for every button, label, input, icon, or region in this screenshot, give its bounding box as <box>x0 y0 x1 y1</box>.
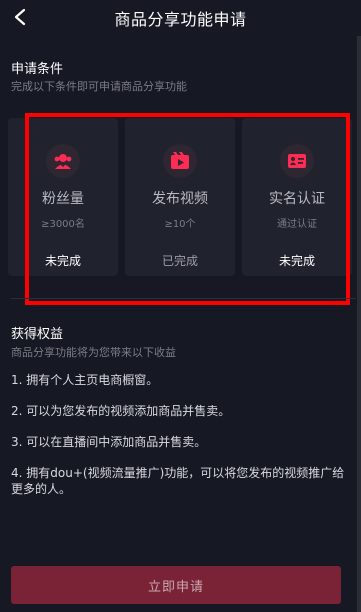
condition-requirement: ≥10个 <box>164 219 196 230</box>
chevron-left-icon <box>14 8 26 26</box>
condition-status: 未完成 <box>44 254 81 268</box>
condition-card-fans[interactable]: 粉丝量 ≥3000名 未完成 <box>8 118 118 276</box>
benefits-title: 获得权益 <box>11 327 64 342</box>
condition-status: 已完成 <box>161 254 198 268</box>
condition-card-video[interactable]: 发布视频 ≥10个 已完成 <box>125 118 235 276</box>
conditions-title: 申请条件 <box>11 62 64 77</box>
id-card-icon <box>280 144 314 178</box>
conditions-subtitle: 完成以下条件即可申请商品分享功能 <box>11 80 187 93</box>
benefit-item: 3. 可以在直播间中添加商品并售卖。 <box>11 435 207 449</box>
condition-name: 实名认证 <box>269 191 325 207</box>
benefits-subtitle: 商品分享功能将为您带来以下收益 <box>11 346 176 359</box>
condition-card-realname[interactable]: 实名认证 通过认证 未完成 <box>242 118 352 276</box>
condition-name: 发布视频 <box>152 191 208 207</box>
benefits-list: 1. 拥有个人主页电商橱窗。 2. 可以为您发布的视频添加商品并售卖。 3. 可… <box>11 372 346 512</box>
condition-status: 未完成 <box>278 254 315 268</box>
page-title: 商品分享功能申请 <box>114 10 247 29</box>
benefit-item: 1. 拥有个人主页电商橱窗。 <box>11 373 159 387</box>
condition-requirement: 通过认证 <box>277 219 317 230</box>
header-bar: 商品分享功能申请 <box>0 0 361 36</box>
condition-requirement: ≥3000名 <box>41 219 85 230</box>
conditions-cards: 粉丝量 ≥3000名 未完成 发布视频 ≥10个 已完成 实名认证 通过认证 未… <box>8 118 352 276</box>
condition-name: 粉丝量 <box>42 191 84 207</box>
benefit-item: 4. 拥有dou+(视频流量推广)功能，可以将您发布的视频推广给更多的人。 <box>11 466 345 496</box>
benefit-item: 2. 可以为您发布的视频添加商品并售卖。 <box>11 404 231 418</box>
scroll-edge <box>357 36 361 612</box>
apply-button[interactable]: 立即申请 <box>11 566 341 604</box>
fans-icon <box>46 144 80 178</box>
divider <box>11 298 356 299</box>
video-icon <box>163 144 197 178</box>
back-button[interactable] <box>8 4 32 30</box>
